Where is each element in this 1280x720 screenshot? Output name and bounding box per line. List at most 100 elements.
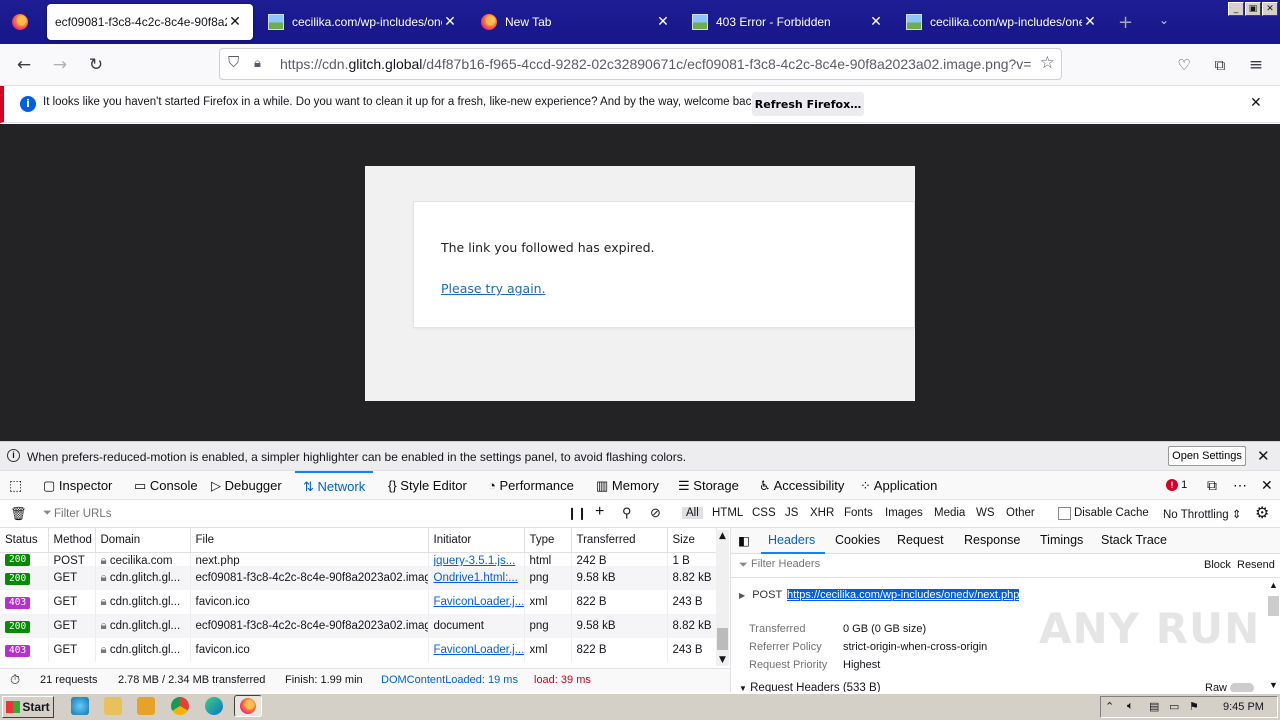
more-options-icon[interactable]: ⋯ <box>1233 471 1247 500</box>
error-count-badge[interactable]: ! 1 <box>1166 471 1187 500</box>
side-tab-stack-trace[interactable]: Stack Trace <box>1101 533 1167 547</box>
close-tab-icon[interactable]: ✕ <box>227 14 243 30</box>
throttling-select[interactable]: No Throttling ⇕ <box>1163 507 1241 521</box>
network-tray-icon[interactable]: ▤ <box>1149 700 1159 713</box>
tab-console[interactable]: ▭ Console <box>134 471 198 500</box>
url-text[interactable]: https://cdn.glitch.global/d4f87b16-f965-… <box>280 56 1032 72</box>
col-size[interactable]: Size <box>667 528 717 553</box>
initiator-cell-text[interactable]: document <box>434 620 485 632</box>
table-row[interactable]: 200 GET 🔒︎ cdn.glitch.gl... ecf09081-f3c8-4… <box>0 566 717 590</box>
filter-fonts[interactable]: Fonts <box>844 507 873 519</box>
side-tab-request[interactable]: Request <box>897 533 944 547</box>
url-bar[interactable]: ⛉ 🔒︎ https://cdn.glitch.global/d4f87b16-… <box>219 48 1062 80</box>
table-row[interactable]: 403 GET 🔒︎ cdn.glitch.gl... favicon.ico Favi… <box>0 638 717 662</box>
tab-image-png[interactable]: ecf09081-f3c8-4c2c-8c4e-90f8a2023a02.ima… <box>47 4 253 40</box>
tab-debugger[interactable]: ▷ Debugger <box>211 471 282 500</box>
table-row[interactable]: 200 GET 🔒︎ cdn.glitch.gl... ecf09081-f3c8-4… <box>0 614 717 638</box>
tab-403-error[interactable]: 403 Error - Forbidden ✕ <box>688 3 888 41</box>
col-transferred[interactable]: Transferred <box>571 528 668 553</box>
tab-style-editor[interactable]: {} Style Editor <box>388 471 467 500</box>
media-player-icon[interactable] <box>137 697 155 715</box>
close-devtools-icon[interactable]: ✕ <box>1261 471 1273 500</box>
clock[interactable]: 9:45 PM <box>1223 701 1264 713</box>
tab-accessibility[interactable]: ♿︎ Accessibility <box>759 471 844 500</box>
chrome-icon[interactable] <box>171 697 189 715</box>
tray-arrow-icon[interactable]: ⌃ <box>1105 700 1114 713</box>
tab-storage[interactable]: ☰ Storage <box>678 471 739 500</box>
disable-cache-checkbox[interactable] <box>1058 507 1071 520</box>
toggle-panel-icon[interactable]: ◧ <box>738 533 750 548</box>
settings-gear-icon[interactable]: ⚙ <box>1255 503 1269 523</box>
tab-inspector[interactable]: ▢ Inspector <box>43 471 112 500</box>
menu-icon[interactable]: ≡ <box>1244 53 1268 77</box>
tab-memory[interactable]: ▥ Memory <box>596 471 659 500</box>
table-row[interactable]: 200 POST 🔒︎ cecilika.com next.php jquery-3.5… <box>0 552 717 566</box>
filter-html[interactable]: HTML <box>712 507 743 519</box>
block-icon[interactable]: ⊘ <box>650 505 661 521</box>
bookmark-star-icon[interactable]: ☆ <box>1040 53 1055 73</box>
back-icon[interactable]: ← <box>12 53 36 77</box>
add-icon[interactable]: + <box>595 503 604 521</box>
filter-urls-input[interactable] <box>54 506 554 522</box>
open-settings-button[interactable]: Open Settings <box>1168 446 1246 466</box>
initiator-cell-text[interactable]: FaviconLoader.j... <box>434 644 524 656</box>
maximize-icon[interactable]: ▣ <box>1245 2 1261 16</box>
filter-other[interactable]: Other <box>1006 507 1035 519</box>
col-status[interactable]: Status <box>0 528 49 553</box>
list-tabs-chevron-icon[interactable]: ⌄ <box>1159 13 1169 27</box>
col-method[interactable]: Method <box>48 528 96 553</box>
filter-ws[interactable]: WS <box>976 507 995 519</box>
col-initiator[interactable]: Initiator <box>428 528 525 553</box>
tab-next-php-2[interactable]: cecilika.com/wp-includes/onedv/next.php … <box>900 3 1100 41</box>
pause-icon[interactable]: ❙❙ <box>567 506 587 520</box>
tab-network[interactable]: ⇅ Network <box>295 471 374 500</box>
close-notification-icon[interactable]: ✕ <box>1250 95 1262 111</box>
expand-arrow-icon[interactable]: ▶ <box>739 591 745 600</box>
tab-application[interactable]: ⁘ Application <box>860 471 937 500</box>
forward-icon[interactable]: → <box>48 53 72 77</box>
block-button[interactable]: Block <box>1204 559 1231 571</box>
filter-css[interactable]: CSS <box>752 507 776 519</box>
col-domain[interactable]: Domain <box>95 528 191 553</box>
filter-media[interactable]: Media <box>934 507 965 519</box>
dock-icon[interactable]: ⧉ <box>1207 471 1217 500</box>
close-tab-icon[interactable]: ✕ <box>868 14 884 30</box>
filter-js[interactable]: JS <box>785 507 798 519</box>
extensions-icon[interactable]: ⧉ <box>1208 53 1232 77</box>
details-scrollbar[interactable]: ▲ ▼ <box>1267 580 1280 690</box>
scroll-down-arrow[interactable]: ▼ <box>1267 680 1280 690</box>
close-window-icon[interactable]: ✕ <box>1262 2 1278 16</box>
reload-icon[interactable]: ↻ <box>84 53 108 77</box>
scroll-thumb[interactable] <box>1268 596 1279 616</box>
filter-all[interactable]: All <box>682 507 703 519</box>
scroll-down-arrow[interactable]: ▼ <box>716 654 729 666</box>
side-tab-timings[interactable]: Timings <box>1040 533 1083 547</box>
refresh-firefox-button[interactable]: Refresh Firefox… <box>752 92 864 116</box>
close-tab-icon[interactable]: ✕ <box>1082 14 1098 30</box>
close-tab-icon[interactable]: ✕ <box>442 14 458 30</box>
flag-icon[interactable]: ⚑ <box>1189 700 1199 713</box>
filter-xhr[interactable]: XHR <box>810 507 834 519</box>
request-url[interactable]: https://cecilika.com/wp-includes/onedv/n… <box>787 589 1020 601</box>
side-tab-response[interactable]: Response <box>964 533 1020 547</box>
side-tab-headers[interactable]: Headers <box>768 533 815 547</box>
element-picker-icon[interactable]: ⬚ <box>9 471 22 500</box>
scroll-up-arrow[interactable]: ▲ <box>1267 580 1280 590</box>
try-again-link[interactable]: Please try again. <box>441 281 546 296</box>
side-tab-cookies[interactable]: Cookies <box>835 533 880 547</box>
tab-new-tab[interactable]: New Tab ✕ <box>475 3 675 41</box>
request-list-scrollbar[interactable]: ▲ ▼ <box>716 530 729 666</box>
scroll-up-arrow[interactable]: ▲ <box>716 530 729 542</box>
lock-icon[interactable]: 🔒︎ <box>254 55 261 71</box>
initiator-cell-text[interactable]: Ondrive1.html:... <box>434 572 518 584</box>
trash-icon[interactable]: 🗑︎ <box>10 506 27 522</box>
folder-icon[interactable] <box>104 697 122 715</box>
scroll-thumb[interactable] <box>717 628 728 650</box>
resend-button[interactable]: Resend <box>1237 559 1275 571</box>
firefox-taskbar-icon[interactable] <box>234 695 262 717</box>
col-file[interactable]: File <box>190 528 429 553</box>
firefox-menu-icon[interactable] <box>12 14 28 30</box>
shield-icon[interactable]: ⛉ <box>228 54 239 71</box>
filter-images[interactable]: Images <box>885 507 923 519</box>
pocket-icon[interactable]: ♡ <box>1172 53 1196 77</box>
